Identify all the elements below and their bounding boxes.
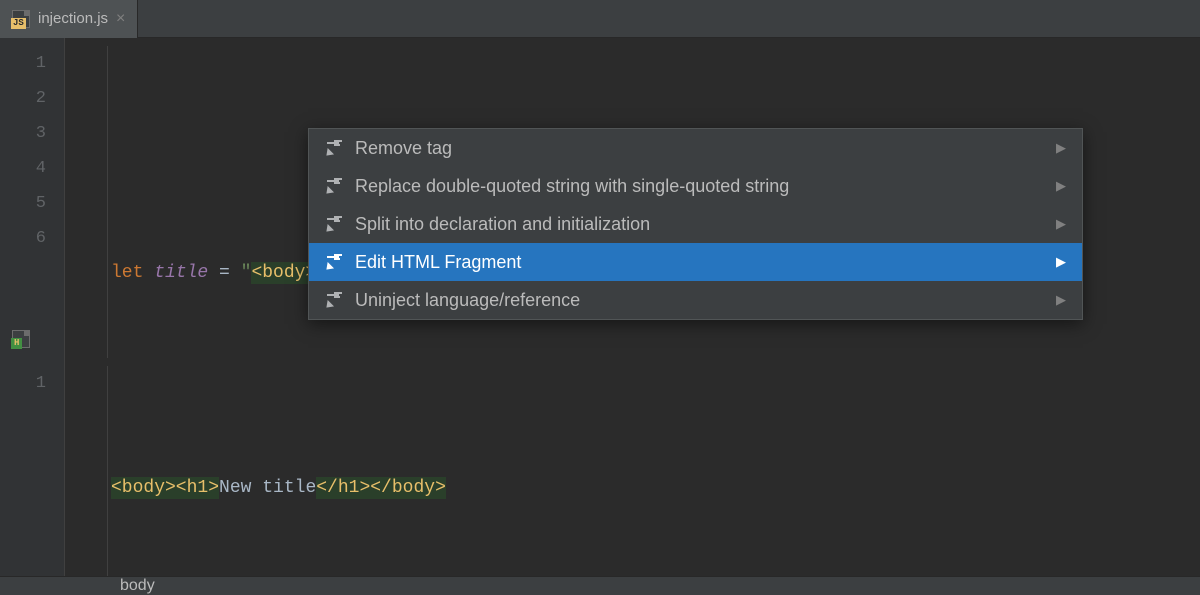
indent-guide xyxy=(107,366,108,576)
variable-name: title xyxy=(154,263,208,283)
bottom-breadcrumb[interactable]: body xyxy=(0,576,1200,595)
chevron-right-icon: ▶ xyxy=(1056,178,1066,194)
html-open-tags: <body><h1> xyxy=(111,477,219,499)
menu-item-remove-tag[interactable]: Remove tag ▶ xyxy=(309,129,1082,167)
html-close-tags: </h1></body> xyxy=(316,477,446,499)
top-tab-bar: injection.js × xyxy=(0,0,1200,38)
intention-icon xyxy=(325,139,343,157)
bottom-gutter: 1 xyxy=(0,358,65,576)
html-text: New title xyxy=(219,478,316,498)
equals-operator: = xyxy=(208,263,240,283)
menu-item-uninject[interactable]: Uninject language/reference ▶ xyxy=(309,281,1082,319)
intention-icon xyxy=(325,215,343,233)
tab-injection-js[interactable]: injection.js × xyxy=(0,0,138,38)
intention-icon xyxy=(325,177,343,195)
chevron-right-icon: ▶ xyxy=(1056,292,1066,308)
intention-actions-menu: Remove tag ▶ Replace double-quoted strin… xyxy=(308,128,1083,320)
line-number: 1 xyxy=(0,46,64,81)
chevron-right-icon: ▶ xyxy=(1056,254,1066,270)
top-gutter: 1 2 3 4 5 6 xyxy=(0,38,65,361)
line-number: 4 xyxy=(0,151,64,186)
breadcrumb-item[interactable]: body xyxy=(120,577,155,595)
bottom-code-editor[interactable]: 1 <body><h1>New title</h1></body> xyxy=(0,358,1200,576)
menu-item-edit-html-fragment[interactable]: Edit HTML Fragment ▶ xyxy=(309,243,1082,281)
intention-icon xyxy=(325,291,343,309)
line-number: 2 xyxy=(0,81,64,116)
tab-label: injection.js xyxy=(38,10,108,27)
chevron-right-icon: ▶ xyxy=(1056,140,1066,156)
keyword-let: let xyxy=(111,263,143,283)
line-number: 1 xyxy=(0,366,64,401)
line-number: 6 xyxy=(0,221,64,256)
intention-icon xyxy=(325,253,343,271)
menu-label: Edit HTML Fragment xyxy=(355,252,1044,273)
indent-guide xyxy=(107,46,108,361)
code-line-1: <body><h1>New title</h1></body> xyxy=(111,471,1200,506)
menu-label: Replace double-quoted string with single… xyxy=(355,176,1044,197)
js-file-icon xyxy=(12,10,30,28)
chevron-right-icon: ▶ xyxy=(1056,216,1066,232)
close-icon[interactable]: × xyxy=(116,10,125,28)
line-number: 5 xyxy=(0,186,64,221)
menu-item-replace-quotes[interactable]: Replace double-quoted string with single… xyxy=(309,167,1082,205)
menu-item-split-declaration[interactable]: Split into declaration and initializatio… xyxy=(309,205,1082,243)
bottom-code-area[interactable]: <body><h1>New title</h1></body> xyxy=(65,358,1200,576)
open-quote: " xyxy=(241,263,252,283)
menu-label: Split into declaration and initializatio… xyxy=(355,214,1044,235)
html-file-icon xyxy=(12,330,30,348)
bottom-editor-pane: HTML Fragment (injection.js:13).html × 1… xyxy=(0,320,1200,570)
menu-label: Remove tag xyxy=(355,138,1044,159)
line-number: 3 xyxy=(0,116,64,151)
menu-label: Uninject language/reference xyxy=(355,290,1044,311)
